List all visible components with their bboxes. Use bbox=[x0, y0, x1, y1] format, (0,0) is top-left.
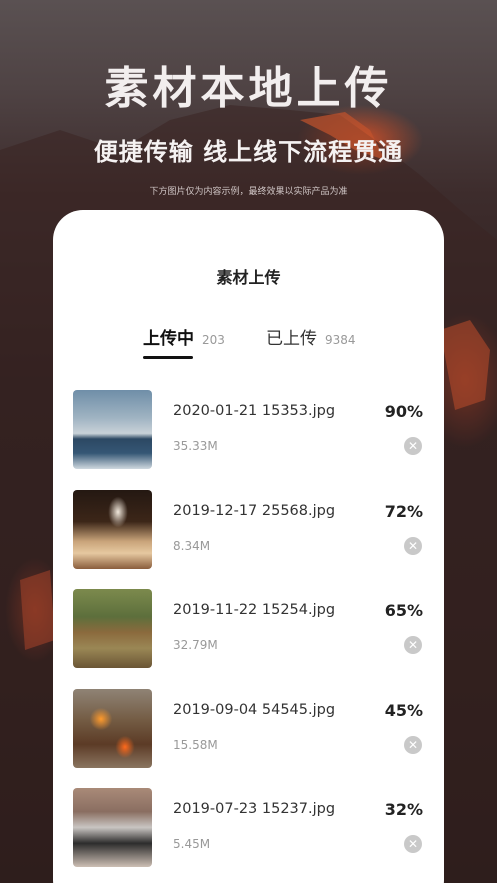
upload-progress: 32% bbox=[384, 800, 423, 819]
upload-file-list: 2020-01-21 15353.jpg 35.33M 90% ✕ 2019-1… bbox=[73, 390, 425, 883]
upload-progress: 72% bbox=[384, 501, 423, 521]
file-name: 2019-11-22 15254.jpg bbox=[173, 602, 336, 618]
card-title: 素材上传 bbox=[216, 268, 281, 287]
burning-house-thumbnail bbox=[73, 688, 152, 768]
tab-uploaded-count: 9384 bbox=[325, 333, 356, 347]
tab-uploaded[interactable]: 已上传 9384 bbox=[266, 324, 356, 349]
file-size: 8.34M bbox=[173, 538, 211, 553]
hero-title: 素材本地上传 bbox=[104, 63, 393, 114]
file-size: 35.33M bbox=[173, 439, 218, 453]
file-size: 5.45M bbox=[173, 837, 211, 851]
active-tab-indicator bbox=[143, 356, 193, 359]
file-name: 2019-09-04 54545.jpg bbox=[173, 701, 336, 718]
close-circle-icon[interactable]: ✕ bbox=[404, 735, 422, 754]
seascape-thumbnail bbox=[73, 390, 152, 469]
tab-uploading-count: 203 bbox=[202, 333, 225, 347]
tab-uploading[interactable]: 上传中 203 bbox=[143, 324, 225, 349]
concert-crowd-thumbnail bbox=[73, 489, 152, 569]
file-name: 2019-07-23 15237.jpg bbox=[173, 801, 336, 817]
upload-progress: 45% bbox=[384, 700, 423, 720]
close-circle-icon[interactable]: ✕ bbox=[404, 835, 422, 853]
close-circle-icon[interactable]: ✕ bbox=[404, 636, 422, 654]
hero-disclaimer: 下方图片仅为内容示例，最终效果以实际产品为准 bbox=[149, 187, 348, 197]
hero-subtitle: 便捷传输 线上线下流程贯通 bbox=[93, 138, 404, 166]
list-item[interactable]: 2019-12-17 25568.jpg 8.34M 72% ✕ bbox=[73, 489, 425, 590]
upload-card: 素材上传 上传中 203 已上传 9384 2020-01-21 15353.j… bbox=[53, 210, 444, 883]
list-item[interactable]: 2019-09-04 54545.jpg 15.58M 45% ✕ bbox=[73, 688, 425, 789]
phone-photo-thumbnail bbox=[73, 788, 152, 867]
file-name: 2019-12-17 25568.jpg bbox=[173, 502, 336, 519]
close-circle-icon[interactable]: ✕ bbox=[404, 536, 422, 555]
close-circle-icon[interactable]: ✕ bbox=[404, 437, 422, 455]
upload-progress: 90% bbox=[384, 402, 423, 421]
list-item[interactable]: 2019-07-23 15237.jpg 5.45M 32% ✕ bbox=[73, 788, 425, 883]
upload-progress: 65% bbox=[384, 601, 423, 620]
list-item[interactable]: 2020-01-21 15353.jpg 35.33M 90% ✕ bbox=[73, 390, 425, 490]
house-field-thumbnail bbox=[73, 589, 152, 668]
tab-uploading-label: 上传中 bbox=[143, 329, 194, 349]
file-name: 2020-01-21 15353.jpg bbox=[173, 403, 336, 419]
tab-uploaded-label: 已上传 bbox=[266, 329, 317, 349]
file-size: 15.58M bbox=[173, 737, 218, 752]
list-item[interactable]: 2019-11-22 15254.jpg 32.79M 65% ✕ bbox=[73, 589, 425, 689]
file-size: 32.79M bbox=[173, 638, 218, 652]
